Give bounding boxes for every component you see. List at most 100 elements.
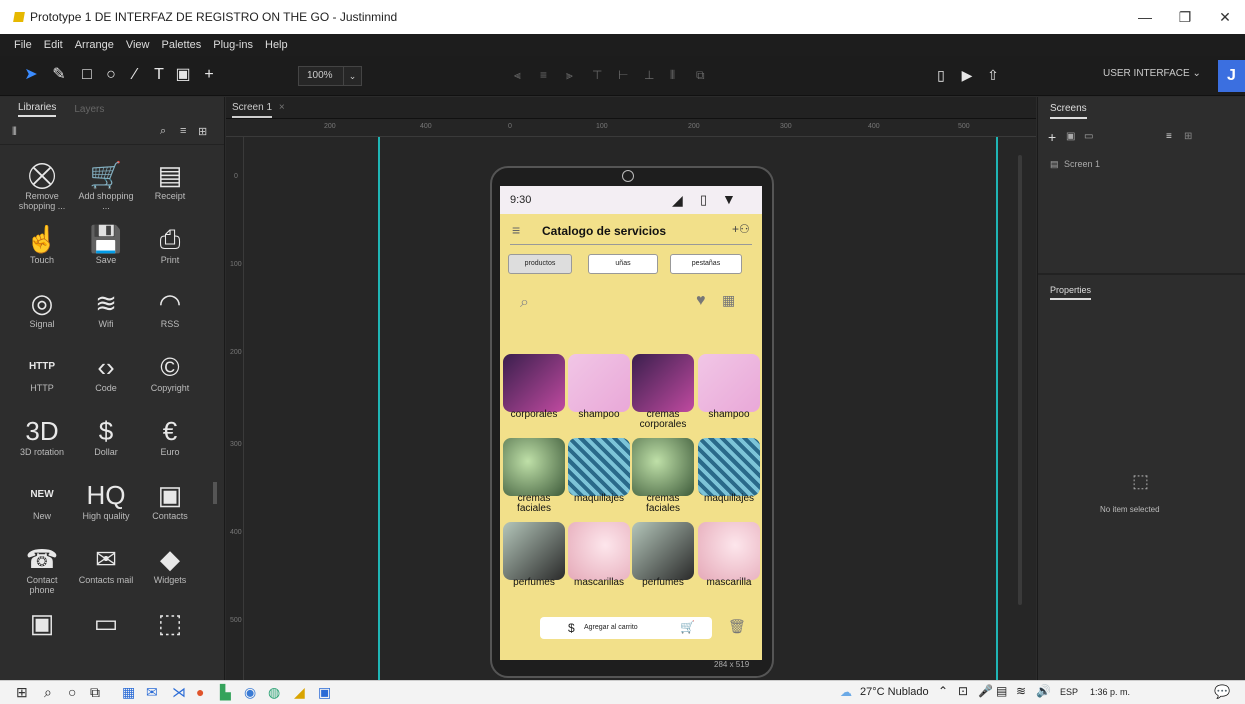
product-tile[interactable]: [568, 354, 630, 412]
widget-contact-phone[interactable]: ☎ Contact phone: [14, 543, 70, 595]
grid-view-icon[interactable]: ⊞: [1184, 131, 1192, 142]
justinmind-taskbar-icon[interactable]: ◢: [294, 684, 305, 701]
pen-tool-icon[interactable]: ✎: [48, 64, 70, 86]
browser-icon[interactable]: ◍: [268, 684, 280, 701]
rectangle-tool-icon[interactable]: □: [76, 64, 98, 86]
volume-icon[interactable]: 🔊: [1036, 684, 1051, 698]
add-to-cart-button[interactable]: $ Agregar al carrito 🛒: [540, 617, 712, 639]
widget-dashed-box[interactable]: ⬚: [142, 607, 198, 639]
library-menu-icon[interactable]: ⦀: [12, 126, 17, 139]
grid-icon[interactable]: ▦: [722, 292, 735, 309]
align-top-icon[interactable]: ⊤: [592, 68, 602, 82]
list-view-icon[interactable]: ≡: [180, 125, 186, 137]
close-tab-icon[interactable]: ×: [279, 102, 285, 113]
widget-contacts[interactable]: ▣ Contacts: [142, 479, 198, 521]
network-icon[interactable]: ▤: [996, 684, 1007, 698]
product-tile[interactable]: [568, 522, 630, 580]
clock[interactable]: 1:36 p. m.: [1090, 687, 1130, 697]
avatar[interactable]: J: [1218, 60, 1245, 92]
user-interface-dropdown[interactable]: USER INTERFACE ⌄: [1103, 68, 1201, 79]
widget-http[interactable]: HTTP HTTP: [14, 351, 70, 393]
add-widget-icon[interactable]: +: [198, 64, 220, 86]
hamburger-menu-icon[interactable]: ≡: [512, 222, 520, 238]
chip-pestanas[interactable]: pestañas: [670, 254, 742, 274]
heart-icon[interactable]: ♥: [696, 292, 706, 310]
align-center-icon[interactable]: ≡: [540, 68, 547, 82]
language-indicator[interactable]: ESP: [1060, 687, 1078, 697]
menu-palettes[interactable]: Palettes: [162, 39, 202, 51]
product-tile[interactable]: [632, 354, 694, 412]
menu-view[interactable]: View: [126, 39, 150, 51]
menu-help[interactable]: Help: [265, 39, 288, 51]
notifications-icon[interactable]: 💬: [1214, 684, 1230, 700]
menu-edit[interactable]: Edit: [44, 39, 63, 51]
screen-template-icon[interactable]: ▣: [1066, 131, 1075, 142]
text-tool-icon[interactable]: T: [148, 64, 170, 86]
cortana-icon[interactable]: ○: [68, 684, 76, 700]
play-simulate-icon[interactable]: ▶: [956, 64, 978, 86]
app-store-icon[interactable]: ▦: [122, 684, 135, 701]
chip-unas[interactable]: uñas: [588, 254, 658, 274]
widget-signal[interactable]: ◎ Signal: [14, 287, 70, 329]
widget-rss[interactable]: ◠ RSS: [142, 287, 198, 329]
menu-arrange[interactable]: Arrange: [75, 39, 114, 51]
product-tile[interactable]: [632, 522, 694, 580]
minimize-button[interactable]: —: [1125, 0, 1165, 34]
widget-image-frame[interactable]: ▣: [14, 607, 70, 639]
product-tile[interactable]: [698, 354, 760, 412]
vscode-icon[interactable]: ⋊: [172, 684, 186, 701]
photos-icon[interactable]: ▣: [318, 684, 331, 701]
tab-libraries[interactable]: Libraries: [18, 102, 57, 117]
align-middle-icon[interactable]: ⊢: [618, 68, 628, 82]
product-tile[interactable]: [632, 438, 694, 496]
distribute-v-icon[interactable]: ⧉: [696, 68, 705, 83]
search-icon[interactable]: ⌕: [520, 294, 529, 312]
chip-productos[interactable]: productos: [508, 254, 572, 274]
wifi-icon[interactable]: ≋: [1016, 684, 1026, 698]
menu-file[interactable]: File: [14, 39, 32, 51]
list-view-icon[interactable]: ≡: [1166, 131, 1172, 142]
product-tile[interactable]: [698, 522, 760, 580]
phone-screen[interactable]: 9:30 ◢ ▯ ▼ ≡ Catalogo de servicios +⚇ pr…: [500, 186, 762, 660]
search-icon[interactable]: ⌕: [44, 684, 52, 701]
align-right-icon[interactable]: ⫸: [566, 68, 573, 83]
device-preview-icon[interactable]: ▯: [930, 64, 952, 86]
onedrive-icon[interactable]: ⊡: [958, 684, 968, 698]
folder-icon[interactable]: ▭: [1084, 131, 1093, 142]
restore-button[interactable]: ❐: [1165, 0, 1205, 34]
tab-properties[interactable]: Properties: [1050, 285, 1092, 300]
canvas-scrollbar[interactable]: [1018, 155, 1022, 605]
widget-touch[interactable]: ☝ Touch: [14, 223, 70, 265]
ellipse-tool-icon[interactable]: ○: [100, 64, 122, 86]
firefox-icon[interactable]: ●: [196, 684, 204, 700]
tab-layers[interactable]: Layers: [74, 104, 104, 115]
microphone-icon[interactable]: 🎤: [978, 684, 993, 698]
product-tile[interactable]: [503, 354, 565, 412]
mail-icon[interactable]: ✉: [146, 684, 158, 701]
widget-dollar[interactable]: $ Dollar: [78, 415, 134, 457]
widget-rotation-3d[interactable]: 3D 3D rotation: [14, 415, 70, 457]
widget-save[interactable]: 💾 Save: [78, 223, 134, 265]
product-tile[interactable]: [503, 438, 565, 496]
tab-screens[interactable]: Screens: [1050, 103, 1087, 119]
chevron-up-icon[interactable]: ⌃: [938, 684, 948, 698]
chrome-icon[interactable]: ◉: [244, 684, 256, 701]
widget-new[interactable]: NEW New: [14, 479, 70, 521]
widget-hq[interactable]: HQ High quality: [78, 479, 134, 521]
widget-print[interactable]: ⎙ Print: [142, 223, 198, 265]
select-tool-icon[interactable]: ➤: [20, 64, 42, 86]
widget-remove-cart[interactable]: ⛒ Remove shopping ...: [14, 159, 70, 211]
product-tile[interactable]: [698, 438, 760, 496]
widget-add-cart[interactable]: 🛒 Add shopping ...: [78, 159, 134, 211]
image-tool-icon[interactable]: ▣: [172, 64, 194, 86]
product-tile[interactable]: [568, 438, 630, 496]
grid-view-icon[interactable]: ⊞: [198, 125, 207, 138]
line-tool-icon[interactable]: ⁄: [124, 64, 146, 86]
distribute-h-icon[interactable]: ⫴: [670, 68, 675, 83]
add-user-icon[interactable]: +⚇: [732, 222, 750, 236]
screen-list-item[interactable]: Screen 1: [1064, 159, 1100, 169]
app-icon[interactable]: ▙: [220, 684, 231, 701]
windows-start-icon[interactable]: ⊞: [16, 684, 28, 701]
close-button[interactable]: ✕: [1205, 0, 1245, 34]
widget-wifi[interactable]: ≋ Wifi: [78, 287, 134, 329]
